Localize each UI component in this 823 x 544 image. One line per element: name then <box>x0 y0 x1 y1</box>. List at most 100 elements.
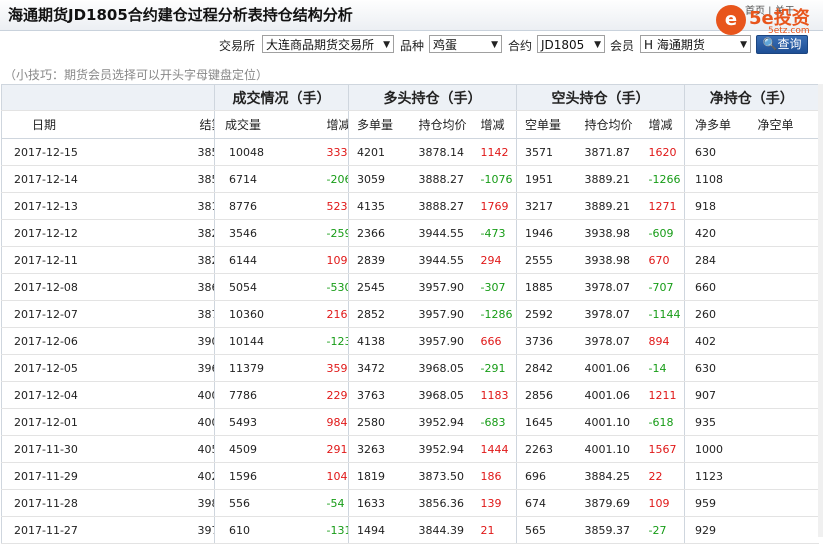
table-row: 2017-12-063905.0010144-123541383957.9066… <box>1 327 819 355</box>
table-cell: -1076 <box>476 165 517 193</box>
query-button[interactable]: 🔍查询 <box>756 35 808 54</box>
table-cell: 2366 <box>348 219 407 247</box>
chevron-down-icon: ▼ <box>491 40 498 50</box>
table-cell: 3763 <box>348 381 407 409</box>
table-cell: 1108 <box>684 165 752 193</box>
query-button-label: 查询 <box>777 37 802 51</box>
table-cell: 1183 <box>476 381 517 409</box>
table-cell: -1266 <box>644 165 685 193</box>
table-cell: 3334 <box>286 138 349 166</box>
table-cell: 3851.00 <box>99 138 215 166</box>
table-cell: 3952.94 <box>406 435 477 463</box>
contract-label: 合约 <box>508 39 533 53</box>
table-cell: -609 <box>644 219 685 247</box>
table-cell: 1123 <box>684 462 752 490</box>
table-cell: 929 <box>684 516 752 544</box>
table-row: 2017-11-283985.00556-5416333856.36139674… <box>1 489 819 517</box>
table-cell: 2842 <box>516 354 573 382</box>
table-cell: 5493 <box>214 408 287 436</box>
table-cell: 22 <box>644 462 685 490</box>
table-cell: 1040 <box>286 462 349 490</box>
table-cell: 2017-11-29 <box>1 462 100 490</box>
variety-select-value: 鸡蛋 <box>433 38 458 52</box>
table-cell: 186 <box>476 462 517 490</box>
table-cell: 4001.00 <box>99 408 215 436</box>
table-cell: 3853.00 <box>99 165 215 193</box>
table-cell: 10360 <box>214 300 287 328</box>
table-cell: 3952.94 <box>406 408 477 436</box>
table-cell: -1235 <box>286 327 349 355</box>
table-cell: 2017-12-12 <box>1 219 100 247</box>
table-cell: 3546 <box>214 219 287 247</box>
table-cell: 2017-12-08 <box>1 273 100 301</box>
table-cell: 3829.00 <box>99 246 215 274</box>
table-cell: 674 <box>516 489 573 517</box>
column-header: 净空单 <box>751 110 819 139</box>
table-cell: 3889.21 <box>572 165 645 193</box>
group-volume: 成交情况（手） <box>214 84 349 111</box>
exchange-select[interactable]: 大连商品期货交易所 ▼ <box>262 35 394 53</box>
table-row: 2017-12-044001.007786229337633968.051183… <box>1 381 819 409</box>
table-cell <box>751 192 819 220</box>
table-cell: 420 <box>684 219 752 247</box>
site-logo[interactable]: e 5e投资 5etz.com <box>716 4 820 38</box>
member-select[interactable]: H 海通期货 ▼ <box>640 35 751 53</box>
table-cell: 3472 <box>348 354 407 382</box>
column-header: 净多单 <box>684 110 752 139</box>
table-cell: 959 <box>684 489 752 517</box>
table-cell: 1633 <box>348 489 407 517</box>
table-cell: 3859.37 <box>572 516 645 544</box>
table-cell <box>751 435 819 463</box>
table-cell: 3888.27 <box>406 165 477 193</box>
table-cell: 8776 <box>214 192 287 220</box>
table-cell: -131 <box>286 516 349 544</box>
column-header: 结算价（元） <box>99 110 215 139</box>
table-cell: 1596 <box>214 462 287 490</box>
table-cell: 3856.36 <box>406 489 477 517</box>
table-cell <box>751 300 819 328</box>
page-title: 海通期货JD1805合约建仓过程分析表持仓结构分析 <box>8 6 353 24</box>
table-cell: 139 <box>476 489 517 517</box>
table-cell: 5230 <box>286 192 349 220</box>
contract-select[interactable]: JD1805 ▼ <box>537 35 605 53</box>
table-cell: 1090 <box>286 246 349 274</box>
scrollbar[interactable] <box>818 84 823 537</box>
table-row: 2017-12-123827.003546-259823663944.55-47… <box>1 219 819 247</box>
table-cell: 3873.50 <box>406 462 477 490</box>
table-cell: 5054 <box>214 273 287 301</box>
table-cell: 3827.00 <box>99 219 215 247</box>
table-cell: 3217 <box>516 192 573 220</box>
table-cell: 2017-12-05 <box>1 354 100 382</box>
table-cell: 3944.55 <box>406 219 477 247</box>
table-cell: 666 <box>476 327 517 355</box>
column-header: 持仓均价 <box>406 110 477 139</box>
table-cell: 918 <box>684 192 752 220</box>
table-cell: 10048 <box>214 138 287 166</box>
table-cell: 2852 <box>348 300 407 328</box>
table-cell: 4001.06 <box>572 381 645 409</box>
table-cell: 894 <box>644 327 685 355</box>
table-cell: 284 <box>684 246 752 274</box>
table-cell: 1142 <box>476 138 517 166</box>
table-cell: 1444 <box>476 435 517 463</box>
table-row: 2017-12-014001.00549398425803952.94-6831… <box>1 408 819 436</box>
table-cell: 6714 <box>214 165 287 193</box>
table-cell: 660 <box>684 273 752 301</box>
table-cell: 1769 <box>476 192 517 220</box>
table-cell: 3978.07 <box>572 300 645 328</box>
table-cell: 3944.55 <box>406 246 477 274</box>
table-cell: 3978.00 <box>99 516 215 544</box>
table-cell: 3957.90 <box>406 300 477 328</box>
table-column-header: 日期结算价（元）成交量增减多单量持仓均价增减空单量持仓均价增减净多单净空单 <box>1 110 819 139</box>
column-header: 持仓均价 <box>572 110 645 139</box>
table-cell <box>751 273 819 301</box>
table-cell: 3878.00 <box>99 300 215 328</box>
variety-select[interactable]: 鸡蛋 ▼ <box>429 35 502 53</box>
table-cell: -5306 <box>286 273 349 301</box>
table-cell: 4138 <box>348 327 407 355</box>
group-net: 净持仓（手） <box>684 84 819 111</box>
table-cell: 670 <box>644 246 685 274</box>
column-header: 成交量 <box>214 110 287 139</box>
table-cell: 4001.00 <box>99 381 215 409</box>
table-cell: 2293 <box>286 381 349 409</box>
